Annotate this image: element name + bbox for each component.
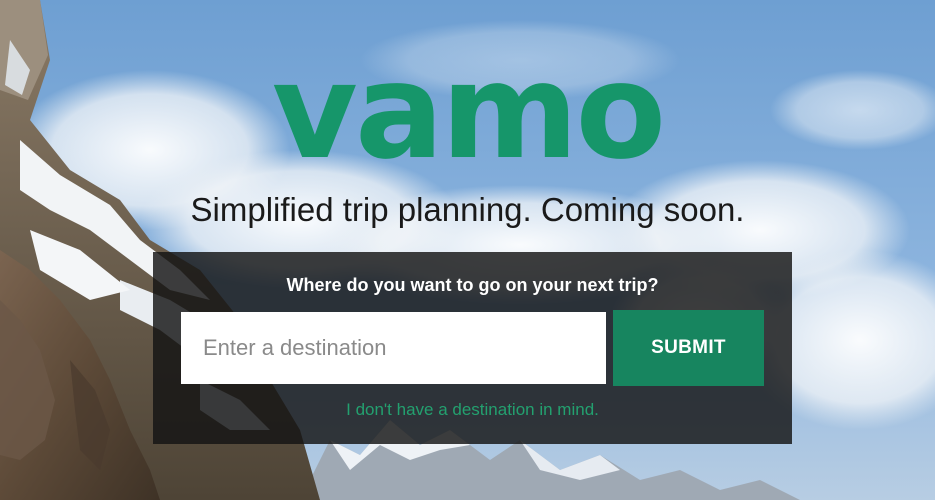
destination-search-panel: Where do you want to go on your next tri… <box>153 252 792 444</box>
submit-button[interactable]: SUBMIT <box>613 310 764 386</box>
no-destination-link[interactable]: I don't have a destination in mind. <box>153 399 792 421</box>
destination-input[interactable] <box>181 312 606 384</box>
search-heading: Where do you want to go on your next tri… <box>286 275 659 295</box>
tagline: Simplified trip planning. Coming soon. <box>190 191 745 228</box>
vamo-logo: vamo <box>271 35 666 189</box>
